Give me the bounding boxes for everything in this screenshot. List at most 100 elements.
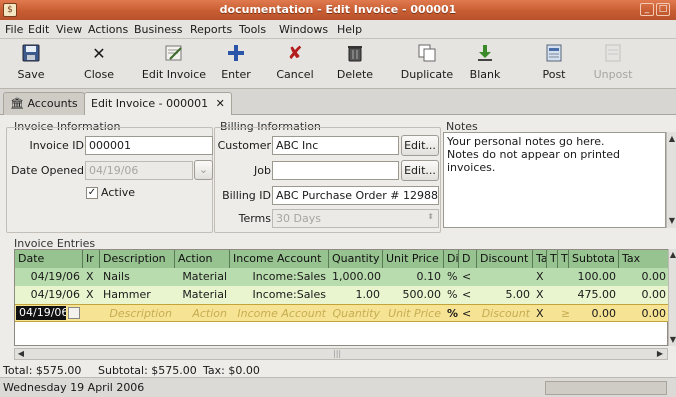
table-row[interactable]: 04/19/06 X Hammer Material Income:Sales … <box>15 286 669 304</box>
cell-tax[interactable]: 0.00 <box>619 305 669 323</box>
cell-discount[interactable]: 5.00 <box>477 286 533 304</box>
entries-hscrollbar[interactable]: ◀ ||| ▶ <box>14 348 668 360</box>
cell-date[interactable]: 04/19/06 <box>15 268 83 286</box>
menu-actions[interactable]: Actions <box>88 23 128 36</box>
cell-unit-price[interactable]: 0.10 <box>383 268 444 286</box>
maximize-icon[interactable]: □ <box>656 3 670 16</box>
duplicate-button[interactable]: Duplicate <box>399 41 455 87</box>
date-opened-field[interactable]: 04/19/06 <box>85 161 193 180</box>
cell-unit-price[interactable]: Unit Price <box>383 305 444 323</box>
menu-reports[interactable]: Reports <box>190 23 232 36</box>
close-tab-icon[interactable]: ✕ <box>216 97 225 110</box>
edit-invoice-button[interactable]: Edit Invoice <box>140 41 208 87</box>
col-ir[interactable]: Ir <box>83 250 100 268</box>
cell-d[interactable]: < <box>459 286 477 304</box>
cell-t[interactable] <box>547 268 558 286</box>
col-di[interactable]: Di <box>444 250 459 268</box>
menu-file[interactable]: File <box>5 23 23 36</box>
cell-t[interactable]: ≥ <box>558 305 569 323</box>
col-d[interactable]: D <box>459 250 477 268</box>
cell-income-account[interactable]: Income:Sales <box>230 268 329 286</box>
job-field[interactable] <box>272 161 399 180</box>
cell-ir[interactable]: X <box>83 286 100 304</box>
cell-subtotal[interactable]: 475.00 <box>569 286 619 304</box>
scroll-left-icon[interactable]: ◀ <box>16 349 26 359</box>
scroll-up-icon[interactable]: ▲ <box>667 134 676 144</box>
cell-di[interactable]: % <box>444 286 459 304</box>
tab-accounts[interactable]: 🏛 Accounts <box>3 92 85 115</box>
cell-ir[interactable]: X <box>83 268 100 286</box>
menu-view[interactable]: View <box>56 23 82 36</box>
cell-quantity[interactable]: 1,000.00 <box>329 268 383 286</box>
unpost-button[interactable]: Unpost <box>592 41 634 87</box>
cell-date[interactable]: 04/19/06 <box>15 286 83 304</box>
col-ta[interactable]: Ta <box>533 250 547 268</box>
menu-tools[interactable]: Tools <box>239 23 266 36</box>
col-tax[interactable]: Tax <box>619 250 669 268</box>
customer-field[interactable]: ABC Inc <box>272 136 399 155</box>
cell-description[interactable]: Hammer <box>100 286 175 304</box>
menu-help[interactable]: Help <box>337 23 362 36</box>
col-unit-price[interactable]: Unit Price <box>383 250 444 268</box>
cell-income-account[interactable]: Income Account <box>230 305 329 323</box>
col-description[interactable]: Description <box>100 250 175 268</box>
delete-button[interactable]: Delete <box>334 41 376 87</box>
date-picker-button[interactable] <box>68 307 80 319</box>
cell-description[interactable]: Description <box>100 305 175 323</box>
scroll-right-icon[interactable]: ▶ <box>655 349 665 359</box>
cancel-button[interactable]: ✘ Cancel <box>275 41 315 87</box>
close-button[interactable]: ✕ Close <box>82 41 116 87</box>
enter-button[interactable]: Enter <box>219 41 253 87</box>
col-income-account[interactable]: Income Account <box>230 250 329 268</box>
col-t2[interactable]: T <box>558 250 569 268</box>
active-checkbox[interactable]: ✓ <box>86 187 98 199</box>
cell-description[interactable]: Nails <box>100 268 175 286</box>
cell-ta[interactable]: X <box>533 268 547 286</box>
post-button[interactable]: Post <box>537 41 571 87</box>
notes-textarea[interactable]: Your personal notes go here. Notes do no… <box>443 132 666 228</box>
cell-unit-price[interactable]: 500.00 <box>383 286 444 304</box>
minimize-icon[interactable]: _ <box>640 3 654 16</box>
menu-windows[interactable]: Windows <box>279 23 328 36</box>
cell-subtotal[interactable]: 100.00 <box>569 268 619 286</box>
cell-income-account[interactable]: Income:Sales <box>230 286 329 304</box>
blank-entry-row[interactable]: 04/19/06 Description Action Income Accou… <box>15 304 669 322</box>
cell-t[interactable] <box>547 286 558 304</box>
cell-d[interactable]: < <box>459 268 477 286</box>
terms-select[interactable]: 30 Days ⬍ <box>272 209 439 228</box>
cell-quantity[interactable]: 1.00 <box>329 286 383 304</box>
cell-tax[interactable]: 0.00 <box>619 286 669 304</box>
calendar-dropdown-button[interactable]: ⌄ <box>194 160 213 180</box>
job-edit-button[interactable]: Edit... <box>401 160 439 181</box>
cell-subtotal[interactable]: 0.00 <box>569 305 619 323</box>
cell-tax[interactable]: 0.00 <box>619 268 669 286</box>
col-t[interactable]: T <box>547 250 558 268</box>
customer-edit-button[interactable]: Edit... <box>401 135 439 156</box>
cell-action[interactable]: Material <box>175 286 230 304</box>
entries-vscrollbar[interactable]: ▲ ▼ <box>668 249 676 346</box>
blank-button[interactable]: Blank <box>468 41 502 87</box>
scroll-up-icon[interactable]: ▲ <box>668 250 676 260</box>
cell-quantity[interactable]: Quantity <box>329 305 383 323</box>
cell-d[interactable]: < <box>459 305 477 323</box>
cell-ta[interactable]: X <box>533 305 547 323</box>
cell-date-editing[interactable]: 04/19/06 <box>16 306 66 320</box>
scroll-grip-icon[interactable]: ||| <box>333 349 341 358</box>
tab-edit-invoice[interactable]: Edit Invoice - 000001 ✕ <box>84 92 232 116</box>
scroll-down-icon[interactable]: ▼ <box>668 335 676 345</box>
cell-di[interactable]: % <box>444 305 459 323</box>
invoice-id-field[interactable]: 000001 <box>85 136 213 155</box>
cell-di[interactable]: % <box>444 268 459 286</box>
table-row[interactable]: 04/19/06 X Nails Material Income:Sales 1… <box>15 268 669 286</box>
menu-edit[interactable]: Edit <box>28 23 49 36</box>
cell-action[interactable]: Material <box>175 268 230 286</box>
cell-ta[interactable]: X <box>533 286 547 304</box>
billing-id-field[interactable]: ABC Purchase Order # 12988 <box>272 186 439 205</box>
save-button[interactable]: Save <box>14 41 48 87</box>
notes-scrollbar[interactable]: ▲ ▼ <box>666 132 676 228</box>
col-subtotal[interactable]: Subtota <box>569 250 619 268</box>
cell-action[interactable]: Action <box>175 305 230 323</box>
scroll-down-icon[interactable]: ▼ <box>667 216 676 226</box>
cell-discount[interactable]: Discount <box>477 305 533 323</box>
menu-business[interactable]: Business <box>134 23 183 36</box>
